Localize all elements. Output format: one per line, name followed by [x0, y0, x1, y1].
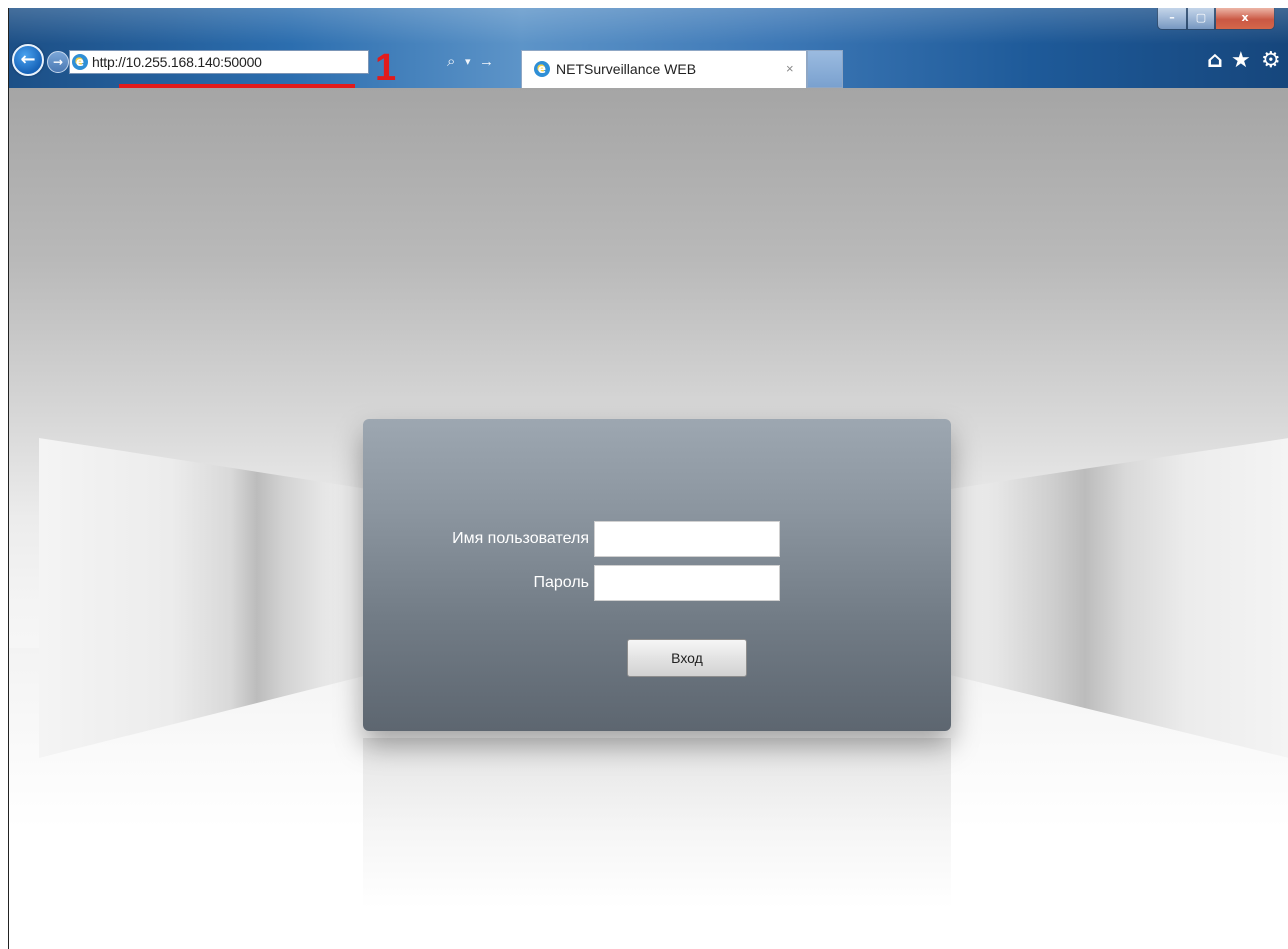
maximize-icon: ▢ [1195, 11, 1207, 24]
username-label: Имя пользователя [452, 530, 589, 547]
browser-window: – ▢ x ← → e http://10.255.168.140:50000 … [8, 8, 1288, 949]
forward-button[interactable]: → [47, 51, 69, 73]
browser-toolbar: – ▢ x ← → e http://10.255.168.140:50000 … [9, 8, 1288, 88]
ie-logo-icon: e [534, 61, 550, 77]
address-bar[interactable]: e http://10.255.168.140:50000 [69, 50, 369, 74]
tab-close-icon[interactable]: × [786, 51, 794, 87]
password-input[interactable] [594, 565, 780, 601]
minimize-icon: – [1169, 11, 1175, 24]
forward-icon: → [52, 55, 64, 69]
new-tab-button[interactable] [807, 50, 843, 88]
annotation-number: 1 [375, 47, 397, 89]
address-url[interactable]: http://10.255.168.140:50000 [92, 51, 262, 73]
login-panel: Имя пользователя Пароль Вход [363, 419, 951, 731]
home-icon[interactable]: ⌂ [1207, 48, 1223, 74]
login-button[interactable]: Вход [627, 639, 747, 677]
close-window-button[interactable]: x [1215, 8, 1275, 30]
username-input[interactable] [594, 521, 780, 557]
ie-logo-icon: e [72, 54, 88, 70]
go-arrow-icon[interactable]: → [479, 50, 494, 74]
chevron-down-icon[interactable]: ▾ [465, 50, 471, 74]
password-label: Пароль [533, 574, 589, 591]
close-icon: x [1241, 11, 1249, 24]
maximize-button[interactable]: ▢ [1187, 8, 1215, 30]
page-content: Имя пользователя Пароль Вход [9, 88, 1288, 949]
tab-netsurveillance[interactable]: e NETSurveillance WEB × [521, 50, 807, 88]
panel-reflection [363, 738, 951, 908]
back-icon: ← [20, 49, 36, 70]
star-icon[interactable]: ★ [1231, 48, 1251, 74]
back-button[interactable]: ← [12, 44, 44, 76]
gear-icon[interactable]: ⚙ [1261, 48, 1281, 74]
tab-title: NETSurveillance WEB [556, 61, 697, 77]
search-icon[interactable]: ⌕ [447, 50, 455, 74]
minimize-button[interactable]: – [1157, 8, 1187, 30]
